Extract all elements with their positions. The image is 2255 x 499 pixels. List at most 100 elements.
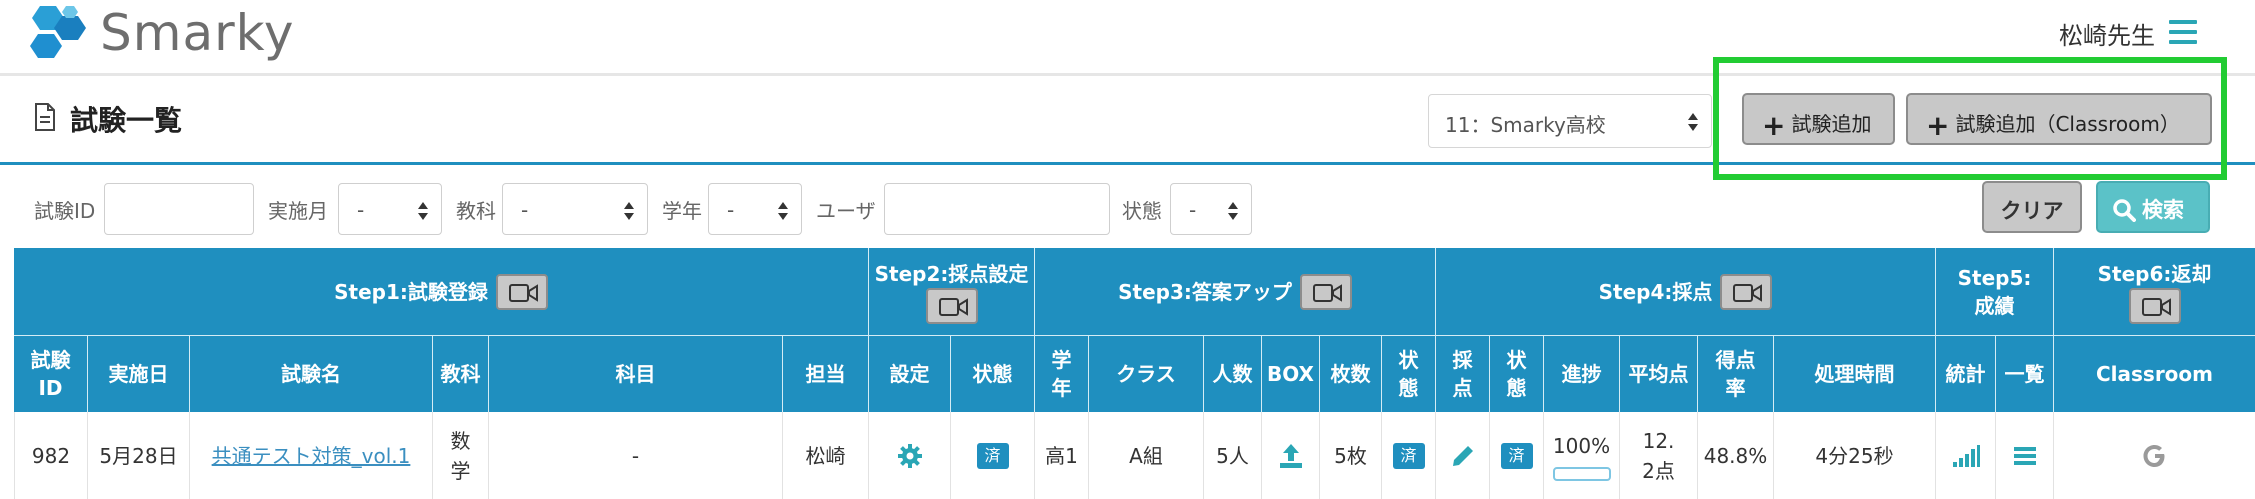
search-label: 検索 [2142,198,2184,222]
clear-button[interactable]: クリア [1982,181,2082,233]
search-button[interactable]: 検索 [2096,181,2210,233]
col-subject[interactable]: 教科 [433,336,489,412]
step2-header: Step2:採点設定 [869,248,1035,336]
add-exam-classroom-button[interactable]: + 試験追加（Classroom） [1906,93,2212,145]
cell-sheets: 5枚 [1320,412,1382,499]
status-badge: 済 [976,442,1009,469]
grade-label: 学年 [662,199,702,223]
select-arrows-icon [418,202,428,220]
col-status2[interactable]: 状態 [951,336,1035,412]
cell-teacher: 松崎 [783,412,869,499]
step2-video-button[interactable] [925,287,978,324]
cell-classroom [2054,412,2255,499]
list-icon[interactable] [2013,445,2037,467]
col-list[interactable]: 一覧 [1996,336,2054,412]
col-exam-id[interactable]: 試験ID [14,336,88,412]
table-row: 982 5月28日 共通テスト対策_vol.1 数学 - 松崎 済 高1 A組 … [14,412,2255,499]
google-icon[interactable] [2142,443,2168,469]
step5-label: Step5:成績 [1957,265,2032,318]
add-exam-classroom-label: 試験追加（Classroom） [1955,112,2180,136]
col-classroom[interactable]: Classroom [2054,336,2255,412]
step6-video-button[interactable] [2128,287,2181,324]
video-camera-icon [1312,283,1342,302]
step1-video-button[interactable] [495,273,548,310]
col-grade[interactable]: 学年 [1035,336,1089,412]
col-course[interactable]: 科目 [489,336,783,412]
step2-label: Step2:採点設定 [874,261,1029,286]
cell-course: - [489,412,783,499]
video-camera-icon [2141,297,2171,316]
cell-class: A組 [1089,412,1204,499]
month-select-value: - [357,198,365,222]
col-grading[interactable]: 採点 [1436,336,1490,412]
month-select[interactable]: - [338,183,442,235]
progress-text: 100% [1552,433,1611,458]
subject-select[interactable]: - [502,183,648,235]
exam-id-input[interactable] [104,183,254,235]
select-arrows-icon [624,202,634,220]
col-average[interactable]: 平均点 [1620,336,1698,412]
gear-icon[interactable] [897,443,923,469]
cell-time: 4分25秒 [1774,412,1936,499]
cell-subject: 数学 [433,412,489,499]
document-icon [35,103,55,131]
video-camera-icon [1733,283,1763,302]
cell-box [1262,412,1320,499]
search-icon [2113,199,2136,222]
step3-label: Step3:答案アップ [1118,279,1292,304]
col-teacher[interactable]: 担当 [783,336,869,412]
step3-video-button[interactable] [1299,273,1352,310]
col-time[interactable]: 処理時間 [1774,336,1936,412]
school-select-value: 11：Smarky高校 [1445,113,1606,137]
col-box[interactable]: BOX [1262,336,1320,412]
col-setting[interactable]: 設定 [869,336,951,412]
exam-name-link[interactable]: 共通テスト対策_vol.1 [212,441,411,471]
cell-exam-id: 982 [14,412,88,499]
pencil-icon[interactable] [1450,443,1476,469]
video-camera-icon [938,297,968,316]
step1-label: Step1:試験登録 [334,279,488,304]
col-sheets[interactable]: 枚数 [1320,336,1382,412]
col-people[interactable]: 人数 [1204,336,1262,412]
cell-date: 5月28日 [88,412,190,499]
col-score-rate[interactable]: 得点率 [1698,336,1774,412]
select-arrows-icon [1228,202,1238,220]
school-select[interactable]: 11：Smarky高校 [1428,94,1712,148]
step4-label: Step4:採点 [1598,279,1713,304]
column-header-row: 試験ID 実施日 試験名 教科 科目 担当 設定 状態 学年 クラス 人数 BO… [14,336,2255,412]
page-title: 試験一覧 [70,104,183,137]
step6-header: Step6:返却 [2054,248,2255,336]
col-stats[interactable]: 統計 [1936,336,1996,412]
col-class[interactable]: クラス [1089,336,1204,412]
cell-progress: 100% [1544,412,1620,499]
col-exam-name[interactable]: 試験名 [190,336,433,412]
progress-bar [1552,466,1611,481]
cell-exam-name: 共通テスト対策_vol.1 [190,412,433,499]
add-exam-label: 試験追加 [1791,112,1872,136]
month-label: 実施月 [268,199,328,223]
col-status4[interactable]: 状態 [1490,336,1544,412]
smarky-logo-icon[interactable] [22,4,90,62]
exam-id-label: 試験ID [34,199,96,223]
step5-header: Step5:成績 [1936,248,2054,336]
signal-bars-icon[interactable] [1952,444,1980,468]
status-badge: 済 [1500,442,1533,469]
add-exam-button[interactable]: + 試験追加 [1742,93,1895,145]
step4-header: Step4:採点 [1436,248,1936,336]
cell-list [1996,412,2054,499]
col-status3[interactable]: 状態 [1382,336,1436,412]
col-progress[interactable]: 進捗 [1544,336,1620,412]
hamburger-menu-icon[interactable] [2169,20,2197,44]
cell-grading [1436,412,1490,499]
grade-select[interactable]: - [708,183,802,235]
status-select[interactable]: - [1170,183,1252,235]
step4-video-button[interactable] [1720,273,1773,310]
brand-name[interactable]: Smarky [100,4,294,62]
user-input[interactable] [884,183,1110,235]
upload-icon[interactable] [1277,442,1305,470]
cell-grade: 高1 [1035,412,1089,499]
cell-people: 5人 [1204,412,1262,499]
col-date[interactable]: 実施日 [88,336,190,412]
cell-setting [869,412,951,499]
select-arrows-icon [1688,113,1698,131]
